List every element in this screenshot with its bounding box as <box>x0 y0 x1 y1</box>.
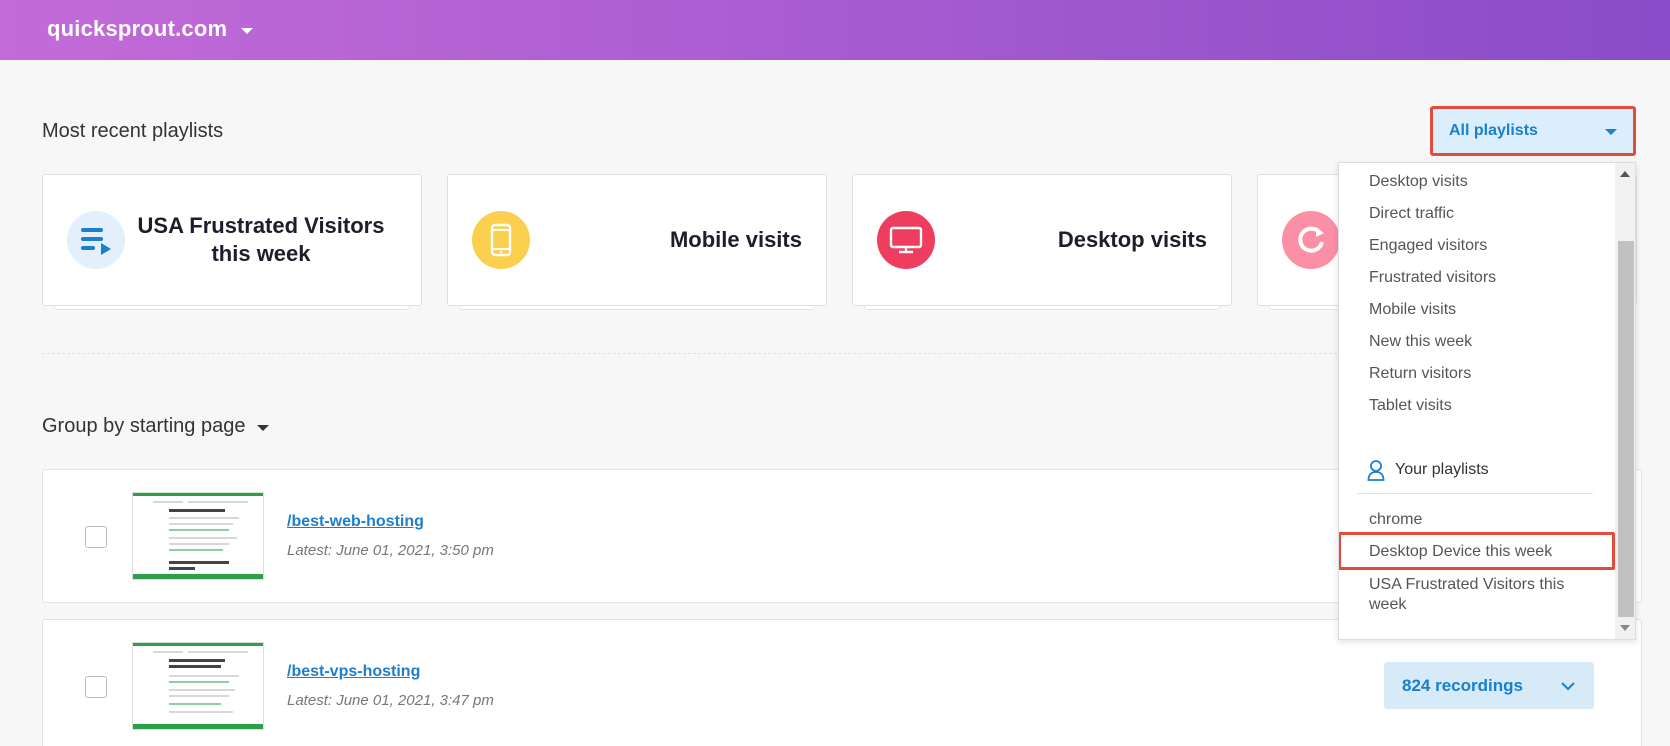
menu-item[interactable]: New this week <box>1369 333 1472 351</box>
playlist-card-title: Mobile visits <box>669 227 802 252</box>
playlist-filter-label: All playlists <box>1449 122 1538 139</box>
scroll-up-icon[interactable] <box>1620 171 1630 177</box>
mobile-icon <box>472 211 530 269</box>
chevron-down-icon <box>1605 129 1617 135</box>
group-by-label: Group by starting page <box>42 415 246 437</box>
return-icon <box>1282 211 1340 269</box>
scroll-thumb[interactable] <box>1618 241 1634 617</box>
playlist-dropdown-menu: Desktop visits Direct traffic Engaged vi… <box>1338 162 1636 640</box>
page-thumbnail[interactable] <box>132 642 264 730</box>
row-checkbox[interactable] <box>85 526 107 548</box>
menu-item[interactable]: Engaged visitors <box>1369 237 1487 255</box>
your-playlists-label: Your playlists <box>1395 461 1489 478</box>
scroll-down-icon[interactable] <box>1620 625 1630 631</box>
top-bar: quicksprout.com <box>0 0 1670 60</box>
menu-item[interactable]: Desktop visits <box>1369 173 1468 191</box>
menu-item[interactable]: USA Frustrated Visitors this week <box>1369 575 1599 615</box>
section-title: Most recent playlists <box>42 120 224 142</box>
latest-timestamp: Latest: June 01, 2021, 3:47 pm <box>287 692 494 709</box>
menu-item[interactable]: Direct traffic <box>1369 205 1454 223</box>
menu-item[interactable]: Frustrated visitors <box>1369 269 1496 287</box>
desktop-icon <box>877 211 935 269</box>
menu-item[interactable]: Return visitors <box>1369 365 1471 383</box>
playlist-card[interactable]: Mobile visits <box>447 174 827 306</box>
playlist-card-stack: USA Frustrated Visitors this week <box>42 174 422 314</box>
playlist-card-stack: Mobile visits <box>447 174 827 314</box>
playlist-card[interactable]: Desktop visits <box>852 174 1232 306</box>
playlist-icon <box>67 211 125 269</box>
your-playlists-header: Your playlists <box>1367 459 1489 481</box>
scrollbar[interactable] <box>1615 163 1635 639</box>
menu-item[interactable]: Mobile visits <box>1369 301 1456 319</box>
group-by-dropdown[interactable]: Group by starting page <box>42 415 270 438</box>
playlist-card[interactable]: USA Frustrated Visitors this week <box>42 174 422 306</box>
playlist-filter-dropdown[interactable]: All playlists <box>1430 106 1636 156</box>
playlist-card-title: USA Frustrated Visitors this week <box>137 213 385 266</box>
divider <box>42 353 1342 354</box>
row-checkbox[interactable] <box>85 676 107 698</box>
latest-timestamp: Latest: June 01, 2021, 3:50 pm <box>287 542 494 559</box>
playlist-card-stack: Desktop visits <box>852 174 1232 314</box>
chevron-down-icon <box>1561 681 1575 690</box>
chevron-down-icon <box>257 424 270 431</box>
site-switcher[interactable]: quicksprout.com <box>47 16 254 42</box>
page-path-link[interactable]: /best-vps-hosting <box>287 663 420 681</box>
recordings-count: 824 recordings <box>1402 675 1523 695</box>
menu-item[interactable]: Tablet visits <box>1369 397 1452 415</box>
menu-item-desktop-device[interactable]: Desktop Device this week <box>1369 543 1552 561</box>
divider <box>1357 493 1593 494</box>
site-name: quicksprout.com <box>47 16 228 41</box>
recordings-button[interactable]: 824 recordings <box>1384 662 1594 709</box>
menu-item[interactable]: chrome <box>1369 511 1422 529</box>
page-thumbnail[interactable] <box>132 492 264 580</box>
user-icon <box>1367 460 1385 481</box>
page-path-link[interactable]: /best-web-hosting <box>287 513 424 531</box>
playlist-card-title: Desktop visits <box>1057 227 1207 252</box>
chevron-down-icon <box>241 27 254 34</box>
